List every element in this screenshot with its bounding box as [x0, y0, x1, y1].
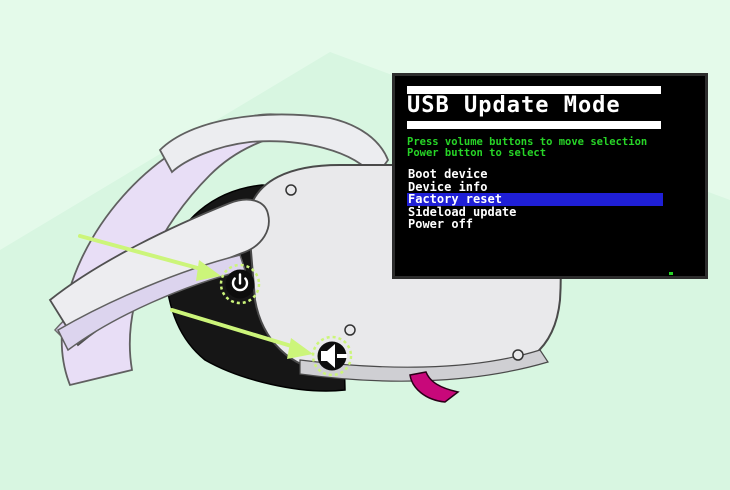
- visor-screw-bottom-right: [512, 349, 524, 361]
- menu-item-boot-device[interactable]: Boot device: [407, 168, 663, 181]
- visor-screw-top-left: [285, 184, 297, 196]
- usb-update-mode-screen: USB Update Mode Press volume buttons to …: [392, 73, 708, 279]
- instruction-power: Power button to select: [407, 147, 547, 159]
- screen-corner-marker: [669, 272, 673, 275]
- visor-screw-bottom: [344, 324, 356, 336]
- boot-menu: Boot device Device info Factory reset Si…: [407, 168, 663, 231]
- menu-item-power-off[interactable]: Power off: [407, 218, 663, 231]
- menu-item-factory-reset[interactable]: Factory reset: [407, 193, 663, 206]
- power-button-callout: [219, 263, 261, 305]
- screen-title: USB Update Mode: [407, 93, 621, 118]
- title-divider-bottom: [407, 121, 661, 129]
- volume-button-callout: [311, 335, 353, 377]
